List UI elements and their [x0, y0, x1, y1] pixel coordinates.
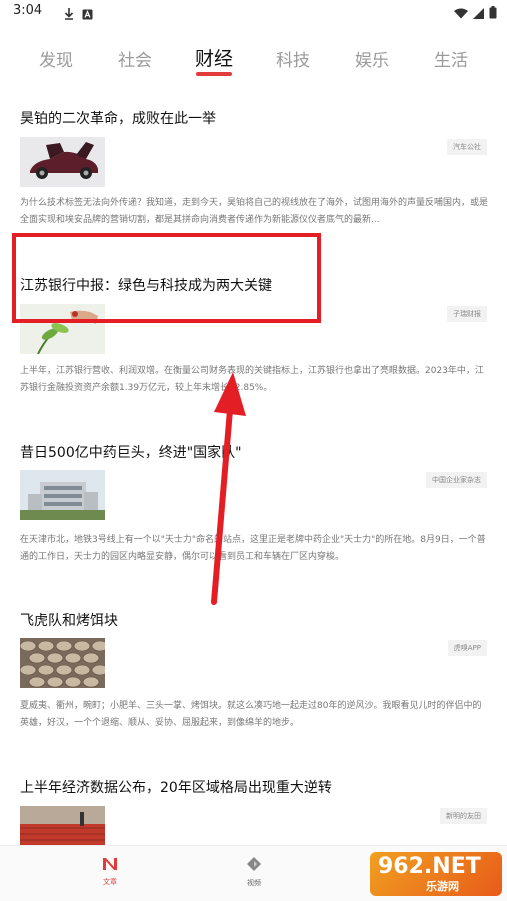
- status-time: 3:04: [13, 3, 43, 18]
- article-thumbnail-field: [20, 806, 105, 846]
- article-summary: 为什么技术标签无法向外传递？我知道，走到今天，昊铂将自己的视线放在了海外，试图用…: [20, 198, 489, 225]
- nav-article[interactable]: 文章: [90, 856, 130, 887]
- article-icon: [102, 856, 118, 875]
- tab-entertainment[interactable]: 娱乐: [342, 46, 402, 71]
- article-title[interactable]: 上半年经济数据公布，20年区域格局出现重大逆转: [20, 777, 332, 797]
- wifi-icon: [454, 4, 468, 23]
- signal-icon: [473, 4, 484, 23]
- status-bar: 3:04: [0, 0, 507, 24]
- download-icon: [64, 5, 74, 24]
- article-source: 虎嗅APP: [447, 640, 487, 656]
- article-source: 汽车公社: [447, 139, 487, 155]
- watermark-sub: 乐游网: [426, 880, 459, 893]
- watermark-brand: 962.NET: [378, 854, 481, 879]
- category-tabs: 发现 社会 财经 科技 娱乐 生活: [0, 46, 507, 82]
- site-watermark: 962.NET 乐游网: [370, 852, 502, 896]
- tab-discover[interactable]: 发现: [26, 46, 86, 71]
- article-thumbnail-building: [20, 470, 105, 520]
- article-thumbnail-food: [20, 638, 105, 688]
- tab-society[interactable]: 社会: [105, 46, 165, 71]
- article-title[interactable]: 飞虎队和烤饵块: [20, 610, 118, 630]
- article-summary: 夏威夷、衢州，畹町；小肥羊、三头一掌、烤饵块。就这么凑巧地一起走过80年的逆风沙…: [20, 701, 482, 728]
- annotation-arrow: [211, 372, 246, 605]
- nav-video[interactable]: 视频: [234, 856, 274, 888]
- tab-life[interactable]: 生活: [421, 46, 481, 71]
- battery-icon: [489, 4, 497, 23]
- highlight-annotation-box: [12, 233, 321, 323]
- nav-article-label: 文章: [103, 878, 117, 886]
- tab-finance[interactable]: 财经: [184, 44, 244, 71]
- article-title[interactable]: 昊铂的二次革命，成败在此一举: [20, 108, 216, 128]
- article-thumbnail-car: [20, 137, 105, 187]
- app-a-icon: [82, 5, 93, 24]
- tab-tech[interactable]: 科技: [263, 46, 323, 71]
- article-summary: 上半年，江苏银行营收、利润双增。在衡量公司财务表现的关键指标上，江苏银行也拿出了…: [20, 366, 484, 393]
- article-source: 子瑞财报: [447, 306, 487, 322]
- article-source: 新明的友田: [440, 808, 487, 824]
- active-tab-indicator: [196, 72, 232, 76]
- article-summary: 在天津市北，地铁3号线上有一个以"天士力"命名的站点，这里正是老牌中药企业"天士…: [20, 535, 486, 562]
- nav-video-label: 视频: [247, 879, 261, 887]
- video-icon: [246, 857, 262, 876]
- article-source: 中国企业家杂志: [426, 472, 487, 488]
